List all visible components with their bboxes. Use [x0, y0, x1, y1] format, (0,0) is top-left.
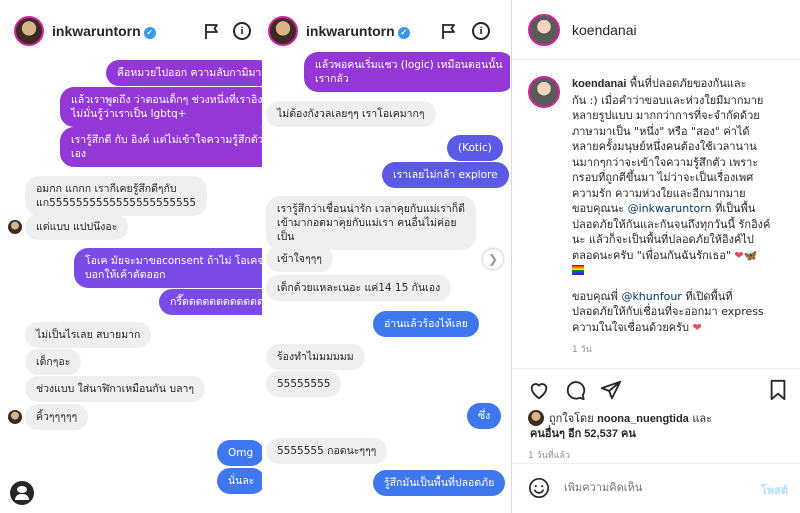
caption-line: ความในใจเชื่อนด้วยครับ	[572, 320, 690, 334]
caption-line: กรอบที่ถูกตีขึ้นมา ไม่ว่าจะเป็นเรื่องเพศ	[572, 171, 754, 184]
message-bubble: อมกก แกกก เรากีเคยรู้สึกดีๆกับ แก5555555…	[25, 176, 208, 216]
heart-emoji: ❤	[689, 320, 702, 334]
dm-screenshot-left: inkwaruntorn ✓ i คือหมวยไปออก ความลับกามิ…	[0, 0, 262, 513]
caption: koendanai พื้นที่ปลอดภัยของกันและ กัน :)…	[528, 76, 790, 359]
rainbow-flag-emoji	[572, 265, 584, 275]
caption-line: นมากๆกว่าจะเข้าใจความรู้สึกตัว เพราะ	[572, 155, 759, 169]
post-comment-button[interactable]: โพสต์	[761, 481, 788, 499]
comment-input[interactable]	[564, 481, 744, 494]
caption-line: ตลอดนะครับ "เพื่อนกันฉันรักเธอ"	[572, 248, 731, 262]
caption-username[interactable]: koendanai	[572, 78, 626, 90]
next-slide-button[interactable]: ❯	[483, 249, 503, 269]
likes-summary: ถูกใจโดย noona_nuengtida และ คนอื่นๆ อีก…	[528, 410, 793, 442]
message-bubble: ซึ่ง	[467, 403, 502, 429]
dm-header: inkwaruntorn ✓ i	[0, 0, 262, 62]
caption-line: นะ แล้วก็จะเป็นพื้นที่ปลอดภัยให้อิงค์ไป	[572, 233, 754, 246]
message-bubble: (Kotic)	[447, 135, 503, 161]
message-bubble: แล้วเราพูดถึง ว่าตอนเด็กๆ ช่วงหนึ่งที่เร…	[60, 87, 262, 127]
message-bubble: Omg	[217, 440, 262, 466]
liker-avatar[interactable]	[528, 410, 544, 426]
liked-by-label: ถูกใจโดย	[549, 412, 594, 425]
share-icon[interactable]	[600, 379, 622, 401]
emoji-icon[interactable]	[528, 477, 550, 499]
post-media: inkwaruntorn ✓ i คือหมวยไปออก ความลับกามิ…	[0, 0, 510, 513]
liked-by-and: และ	[692, 412, 713, 425]
info-icon: i	[472, 22, 490, 40]
heart-emoji: ❤	[730, 248, 744, 262]
mention-link[interactable]: @khunfour	[621, 290, 681, 303]
message-bubble: 5555555 กอดนะๆๆๆ	[266, 438, 388, 464]
sender-avatar	[8, 410, 22, 424]
caption-text: koendanai พื้นที่ปลอดภัยของกันและ กัน :)…	[572, 76, 790, 359]
likes-count[interactable]: คนอื่นๆ อีก 52,537 คน	[530, 427, 793, 442]
liker-username[interactable]: noona_nuengtida	[597, 413, 689, 425]
caption-line: ความรัก ความห่วงใยและอีกมากมาย	[572, 186, 746, 200]
mention-link[interactable]: @inkwaruntorn	[628, 202, 712, 215]
flag-icon	[205, 24, 218, 39]
caption-line: พื้นที่ปลอดภัยของกันและ	[629, 77, 747, 90]
dm-screenshot-right: inkwaruntorn ✓ i แล้วพอคนเริ่มแชว (logic)…	[262, 0, 510, 513]
info-icon: i	[233, 22, 251, 40]
bookmark-icon[interactable]	[767, 379, 789, 401]
dm-username: inkwaruntorn ✓	[306, 23, 410, 39]
dm-avatar	[268, 16, 298, 46]
message-bubble: ไม่เป็นไรเลย สบายมาก	[25, 322, 152, 348]
post-sidebar: koendanai koendanai พื้นที่ปลอดภัยของกัน…	[511, 0, 800, 513]
caption-avatar[interactable]	[528, 76, 560, 108]
message-bubble: แล้วพอคนเริ่มแชว (logic) เหมือนตอนนั้น เ…	[304, 52, 510, 92]
message-bubble: รู้สึกมันเป็นพื้นที่ปลอดภัย	[373, 470, 506, 496]
message-bubble: แต่แบบ แปปนึงอะ	[25, 214, 129, 240]
profile-icon	[10, 481, 34, 505]
chevron-right-icon: ❯	[487, 252, 499, 266]
message-bubble: อ่านแล้วร้องไห้เลย	[373, 311, 479, 337]
caption-line: หลายรูปแบบ มากกว่าการที่จะจำกัดด้วย	[572, 109, 760, 122]
caption-line: ที่เปิดพื้นที่	[685, 289, 733, 303]
author-username[interactable]: koendanai	[572, 22, 637, 38]
heart-icon[interactable]	[528, 379, 550, 401]
caption-time: 1 วัน	[572, 345, 592, 355]
caption-line: ที่เป็นพื้น	[715, 202, 756, 215]
message-bubble: โอเค มัยจะมาขอconsent ถ้าไม่ โอเคจะ บอกใ…	[74, 248, 262, 288]
caption-line: ปลอดภัยให้กันและกันจนถึงทุกวันนี้ รักอิง…	[572, 217, 771, 231]
message-bubble: นั่นละ	[217, 468, 262, 494]
butterfly-emoji: 🦋	[743, 248, 758, 262]
flag-icon	[442, 24, 455, 39]
message-bubble: เราเลยไม่กล้า explore	[382, 162, 509, 188]
dm-avatar	[14, 16, 44, 46]
comment-icon[interactable]	[564, 379, 586, 401]
message-bubble: เข้าใจๆๆๆ	[266, 246, 333, 272]
caption-line: ปลอดภัยให้กับเชื่อนที่จะออกมา express	[572, 305, 764, 318]
post-header: koendanai	[512, 0, 800, 60]
post-time: 1 วันที่แล้ว	[528, 451, 571, 461]
message-bubble: ช่วงแบบ ใส่นาฬิกาเหมือนกัน บลาๆ	[25, 376, 206, 402]
caption-line: ภาษามาเป็น "หนึ่ง" หรือ "สอง" ค่าได้	[572, 124, 750, 138]
message-bubble: เรารู้สึกว่าเชื่อนน่ารัก เวลาคุยกับแม่เร…	[266, 196, 476, 250]
caption-line: ขอบคุณนะ	[572, 202, 625, 215]
sender-avatar	[8, 220, 22, 234]
caption-line: หลายครั้งมนุษย์หนึ่งคนต้องใช้เวลานาน	[572, 140, 757, 153]
author-avatar[interactable]	[528, 13, 560, 46]
message-bubble: เรารู้สึกดี กับ อิงค์ แต่ไม่เข้าใจความรู…	[60, 127, 262, 167]
comment-bar: โพสต์	[512, 463, 800, 513]
dm-username: inkwaruntorn ✓	[52, 23, 156, 39]
verified-badge-icon: ✓	[397, 27, 410, 39]
caption-line: กัน :) เมื่อคำว่าขอบและห่วงใยมีมากมาย	[572, 93, 764, 107]
message-bubble: ไม่ต้องกังวลเลยๆๆ เราโอเคมากๆ	[266, 101, 436, 127]
message-bubble: 55555555	[266, 371, 342, 397]
message-bubble: คิ้วๆๆๆๆๆ	[25, 404, 89, 430]
message-bubble: เด็กด้วยแหละเนอะ แค่14 15 กันเอง	[266, 275, 452, 301]
message-bubble: เด็กๆอะ	[25, 349, 82, 375]
message-bubble: กรี๊ดดดดดดดดดดดด	[159, 289, 262, 315]
action-bar	[512, 368, 800, 412]
verified-badge-icon: ✓	[143, 27, 156, 39]
message-bubble: คือหมวยไปออก ความลับกามิมา	[106, 60, 262, 86]
message-bubble: ร้องทำไมมมมมม	[266, 344, 365, 370]
caption-line: ขอบคุณพี่	[572, 289, 618, 303]
